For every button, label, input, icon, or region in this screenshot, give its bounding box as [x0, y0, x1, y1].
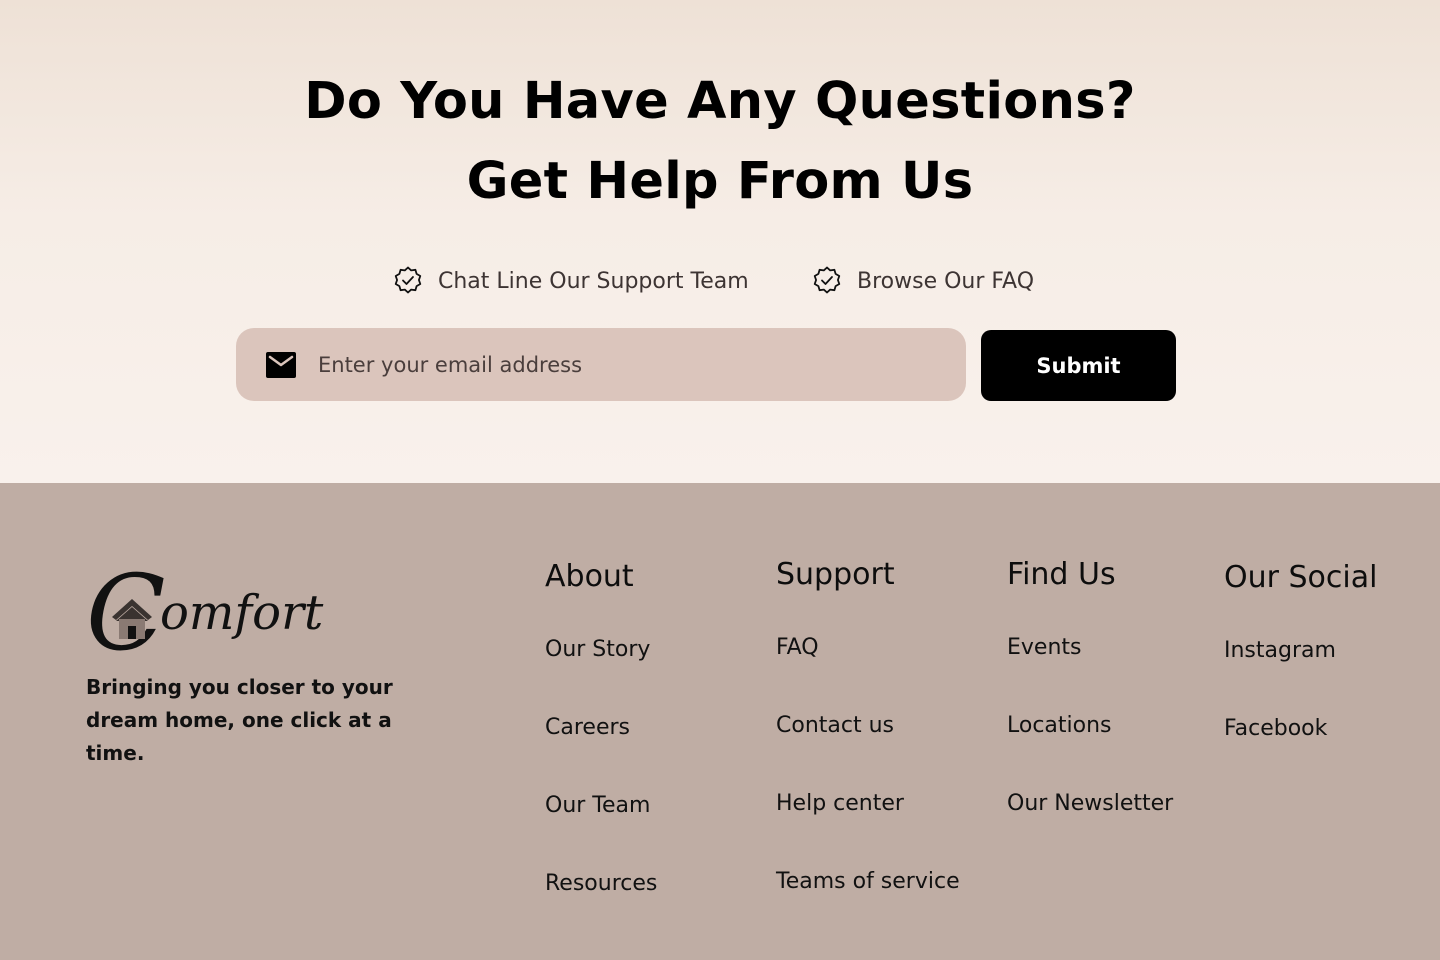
footer-heading-find-us: Find Us	[1007, 557, 1116, 592]
email-field-container	[236, 328, 966, 401]
comfort-logo[interactable]: C omfort	[86, 563, 346, 659]
email-input[interactable]	[318, 344, 938, 386]
site-footer: C omfort Bringing you closer to your dre…	[0, 483, 1440, 960]
verified-badge-icon	[394, 266, 422, 294]
page-title: Do You Have Any Questions? Get Help From…	[0, 62, 1440, 222]
footer-link-resources[interactable]: Resources	[545, 871, 657, 896]
footer-link-teams-of-service[interactable]: Teams of service	[776, 869, 960, 894]
title-line-2: Get Help From Us	[466, 152, 974, 211]
browse-faq-link[interactable]: Browse Our FAQ	[811, 260, 1034, 302]
footer-link-our-story[interactable]: Our Story	[545, 637, 650, 662]
footer-link-help-center[interactable]: Help center	[776, 791, 904, 816]
footer-link-contact-us[interactable]: Contact us	[776, 713, 894, 738]
footer-heading-our-social: Our Social	[1224, 560, 1378, 595]
footer-link-faq[interactable]: FAQ	[776, 635, 819, 660]
newsletter-section: Do You Have Any Questions? Get Help From…	[0, 0, 1440, 483]
footer-link-instagram[interactable]: Instagram	[1224, 638, 1336, 663]
footer-link-locations[interactable]: Locations	[1007, 713, 1112, 738]
footer-link-events[interactable]: Events	[1007, 635, 1082, 660]
svg-text:omfort: omfort	[160, 585, 324, 641]
chat-support-link[interactable]: Chat Line Our Support Team	[392, 260, 749, 302]
chat-support-label: Chat Line Our Support Team	[438, 268, 749, 294]
footer-link-our-newsletter[interactable]: Our Newsletter	[1007, 791, 1173, 816]
verified-badge-icon	[813, 266, 841, 294]
footer-heading-about: About	[545, 559, 634, 594]
footer-tagline: Bringing you closer to your dream home, …	[86, 675, 393, 765]
mail-icon	[266, 352, 296, 378]
footer-link-our-team[interactable]: Our Team	[545, 793, 650, 818]
browse-faq-label: Browse Our FAQ	[857, 268, 1035, 294]
submit-button[interactable]: Submit	[981, 330, 1176, 401]
footer-link-careers[interactable]: Careers	[545, 715, 630, 740]
footer-link-facebook[interactable]: Facebook	[1224, 716, 1327, 741]
footer-heading-support: Support	[776, 557, 895, 592]
help-links: Chat Line Our Support Team Browse Our FA…	[0, 260, 1440, 302]
title-line-1: Do You Have Any Questions?	[304, 72, 1136, 131]
